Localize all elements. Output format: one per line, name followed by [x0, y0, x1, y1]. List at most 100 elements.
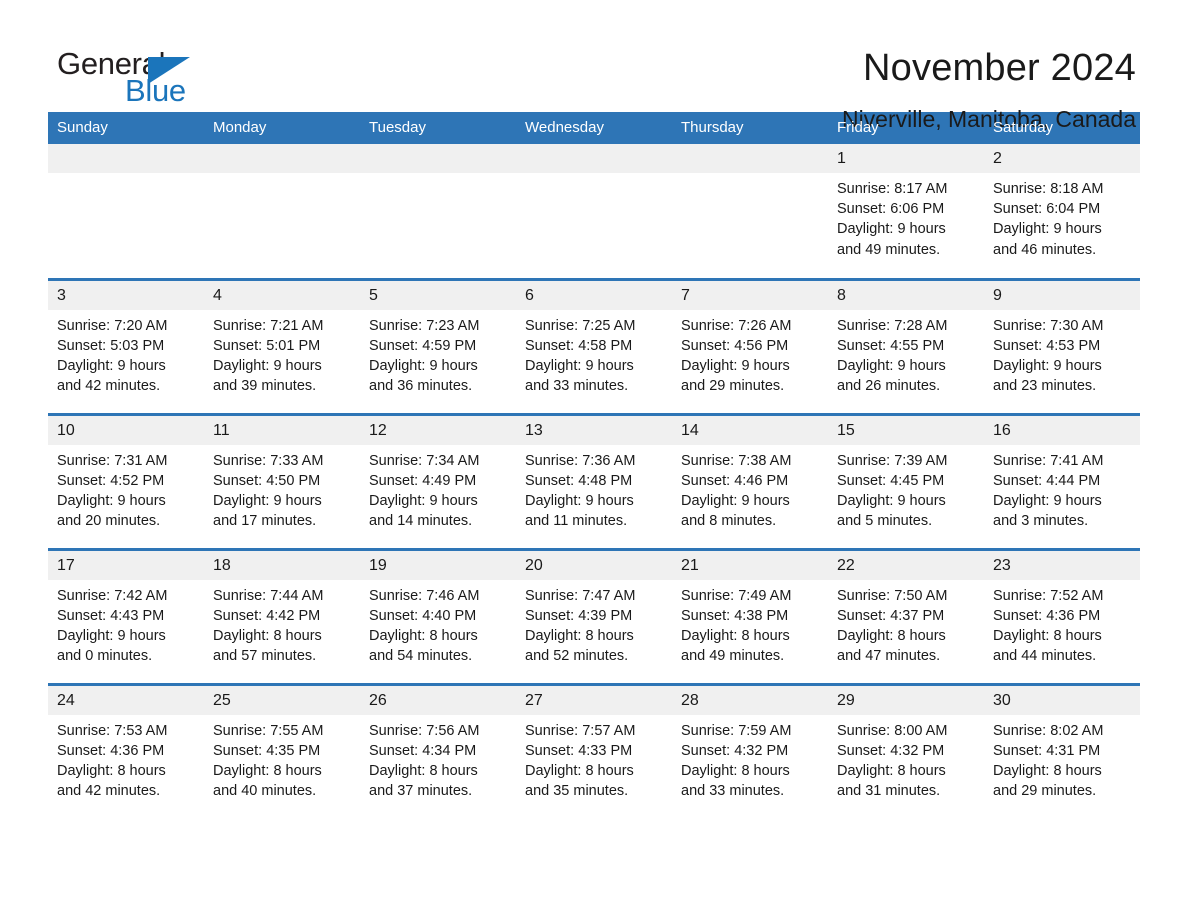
calendar-day-cell[interactable]: 27 Sunrise: 7:57 AM Sunset: 4:33 PM Dayligh… — [516, 682, 672, 819]
calendar-day-cell[interactable]: 10 Sunrise: 7:31 AM Sunset: 4:52 PM Dayligh… — [48, 412, 204, 549]
sunset-text: Sunset: 4:35 PM — [213, 742, 321, 759]
calendar-day-cell[interactable]: 6 Sunrise: 7:25 AM Sunset: 4:58 PM Daylight… — [516, 277, 672, 414]
day-number: 10 — [48, 415, 204, 445]
day-details: Sunrise: 7:46 AM Sunset: 4:40 PM Daylight:… — [360, 580, 516, 667]
weekday-header-tuesday: Tuesday — [360, 112, 516, 144]
day-number: 16 — [984, 415, 1140, 445]
calendar-day-cell[interactable]: 1 Sunrise: 8:17 AM Sunset: 6:06 PM Daylight… — [828, 144, 984, 279]
sunrise-text: Sunrise: 7:36 AM — [525, 452, 636, 469]
sunrise-text: Sunrise: 7:42 AM — [57, 587, 168, 604]
calendar-day-cell[interactable]: 9 Sunrise: 7:30 AM Sunset: 4:53 PM Daylight… — [984, 277, 1140, 414]
calendar-week-row: 1 Sunrise: 8:17 AM Sunset: 6:06 PM Daylight… — [48, 144, 1140, 279]
calendar-day-cell[interactable]: 11 Sunrise: 7:33 AM Sunset: 4:50 PM Dayligh… — [204, 412, 360, 549]
sunset-text: Sunset: 6:06 PM — [837, 201, 945, 218]
day-details: Sunrise: 7:39 AM Sunset: 4:45 PM Daylight:… — [828, 445, 984, 532]
calendar-day-cell[interactable]: 15 Sunrise: 7:39 AM Sunset: 4:45 PM Dayligh… — [828, 412, 984, 549]
day-details: Sunrise: 7:31 AM Sunset: 4:52 PM Daylight:… — [48, 445, 204, 532]
sunrise-text: Sunrise: 7:53 AM — [57, 722, 168, 739]
sunset-text: Sunset: 4:42 PM — [213, 607, 321, 624]
sunset-text: Sunset: 4:37 PM — [837, 607, 945, 624]
daylight-text-line2: and 44 minutes. — [993, 648, 1097, 665]
calendar-day-cell[interactable]: 12 Sunrise: 7:34 AM Sunset: 4:49 PM Dayligh… — [360, 412, 516, 549]
sunset-text: Sunset: 4:32 PM — [837, 742, 945, 759]
sunrise-text: Sunrise: 8:02 AM — [993, 722, 1104, 739]
calendar-day-cell[interactable]: 29 Sunrise: 8:00 AM Sunset: 4:32 PM Dayligh… — [828, 682, 984, 819]
daylight-text-line2: and 17 minutes. — [213, 513, 317, 530]
calendar-day-cell[interactable]: 3 Sunrise: 7:20 AM Sunset: 5:03 PM Daylight… — [48, 277, 204, 414]
sunrise-text: Sunrise: 7:30 AM — [993, 317, 1104, 334]
sunset-text: Sunset: 4:50 PM — [213, 472, 321, 489]
day-number: 11 — [204, 415, 360, 445]
day-details: Sunrise: 7:53 AM Sunset: 4:36 PM Daylight:… — [48, 715, 204, 802]
daylight-text-line1: Daylight: 8 hours — [837, 762, 946, 779]
day-number: 26 — [360, 685, 516, 715]
logo-text-blue: Blue — [125, 73, 186, 108]
day-details: Sunrise: 7:59 AM Sunset: 4:32 PM Daylight:… — [672, 715, 828, 802]
header-titles: November 2024 Niverville, Manitoba, Cana… — [842, 46, 1140, 134]
day-details — [48, 173, 204, 179]
sunrise-text: Sunrise: 7:38 AM — [681, 452, 792, 469]
daylight-text-line2: and 39 minutes. — [213, 378, 317, 395]
sunrise-text: Sunrise: 7:46 AM — [369, 587, 480, 604]
daylight-text-line2: and 42 minutes. — [57, 783, 161, 800]
sunrise-text: Sunrise: 7:55 AM — [213, 722, 324, 739]
daylight-text-line2: and 35 minutes. — [525, 783, 629, 800]
sunset-text: Sunset: 4:39 PM — [525, 607, 633, 624]
calendar-day-cell[interactable]: 28 Sunrise: 7:59 AM Sunset: 4:32 PM Dayligh… — [672, 682, 828, 819]
day-number — [516, 144, 672, 173]
calendar-day-cell[interactable]: 26 Sunrise: 7:56 AM Sunset: 4:34 PM Dayligh… — [360, 682, 516, 819]
daylight-text-line2: and 42 minutes. — [57, 378, 161, 395]
daylight-text-line2: and 31 minutes. — [837, 783, 941, 800]
calendar-day-cell[interactable]: 8 Sunrise: 7:28 AM Sunset: 4:55 PM Daylight… — [828, 277, 984, 414]
calendar-day-cell[interactable]: 18 Sunrise: 7:44 AM Sunset: 4:42 PM Dayligh… — [204, 547, 360, 684]
day-number — [48, 144, 204, 173]
calendar-day-cell[interactable]: 7 Sunrise: 7:26 AM Sunset: 4:56 PM Daylight… — [672, 277, 828, 414]
day-details: Sunrise: 7:47 AM Sunset: 4:39 PM Daylight:… — [516, 580, 672, 667]
calendar-table: Sunday Monday Tuesday Wednesday Thursday… — [48, 112, 1140, 819]
day-details: Sunrise: 7:36 AM Sunset: 4:48 PM Daylight:… — [516, 445, 672, 532]
day-number — [360, 144, 516, 173]
day-number: 21 — [672, 550, 828, 580]
calendar-day-cell[interactable]: 13 Sunrise: 7:36 AM Sunset: 4:48 PM Dayligh… — [516, 412, 672, 549]
calendar-day-cell[interactable]: 14 Sunrise: 7:38 AM Sunset: 4:46 PM Dayligh… — [672, 412, 828, 549]
calendar-day-cell[interactable]: 23 Sunrise: 7:52 AM Sunset: 4:36 PM Dayligh… — [984, 547, 1140, 684]
sunset-text: Sunset: 4:33 PM — [525, 742, 633, 759]
daylight-text-line1: Daylight: 9 hours — [993, 357, 1102, 374]
calendar-day-cell[interactable]: 22 Sunrise: 7:50 AM Sunset: 4:37 PM Dayligh… — [828, 547, 984, 684]
day-details: Sunrise: 7:38 AM Sunset: 4:46 PM Daylight:… — [672, 445, 828, 532]
daylight-text-line2: and 5 minutes. — [837, 513, 933, 530]
calendar-day-cell[interactable]: 4 Sunrise: 7:21 AM Sunset: 5:01 PM Daylight… — [204, 277, 360, 414]
daylight-text-line1: Daylight: 8 hours — [525, 627, 634, 644]
calendar-day-cell[interactable]: 24 Sunrise: 7:53 AM Sunset: 4:36 PM Dayligh… — [48, 682, 204, 819]
sunrise-text: Sunrise: 7:39 AM — [837, 452, 948, 469]
day-number: 6 — [516, 280, 672, 310]
calendar-day-cell[interactable]: 30 Sunrise: 8:02 AM Sunset: 4:31 PM Dayligh… — [984, 682, 1140, 819]
day-details: Sunrise: 7:33 AM Sunset: 4:50 PM Daylight:… — [204, 445, 360, 532]
calendar-day-cell[interactable]: 21 Sunrise: 7:49 AM Sunset: 4:38 PM Dayligh… — [672, 547, 828, 684]
daylight-text-line2: and 40 minutes. — [213, 783, 317, 800]
calendar-day-cell[interactable]: 2 Sunrise: 8:18 AM Sunset: 6:04 PM Daylight… — [984, 144, 1140, 279]
sunset-text: Sunset: 4:36 PM — [993, 607, 1101, 624]
daylight-text-line2: and 33 minutes. — [525, 378, 629, 395]
day-details — [360, 173, 516, 179]
day-number: 2 — [984, 144, 1140, 173]
calendar-day-cell-empty — [204, 144, 360, 279]
daylight-text-line1: Daylight: 8 hours — [993, 627, 1102, 644]
daylight-text-line2: and 20 minutes. — [57, 513, 161, 530]
page-header: General Blue November 2024 Niverville, M… — [48, 0, 1140, 132]
calendar-day-cell[interactable]: 19 Sunrise: 7:46 AM Sunset: 4:40 PM Dayligh… — [360, 547, 516, 684]
day-details: Sunrise: 8:17 AM Sunset: 6:06 PM Daylight:… — [828, 173, 984, 260]
daylight-text-line2: and 49 minutes. — [681, 648, 785, 665]
daylight-text-line1: Daylight: 9 hours — [57, 492, 166, 509]
calendar-day-cell[interactable]: 5 Sunrise: 7:23 AM Sunset: 4:59 PM Daylight… — [360, 277, 516, 414]
calendar-day-cell[interactable]: 25 Sunrise: 7:55 AM Sunset: 4:35 PM Dayligh… — [204, 682, 360, 819]
calendar-day-cell-empty — [360, 144, 516, 279]
calendar-day-cell[interactable]: 20 Sunrise: 7:47 AM Sunset: 4:39 PM Dayligh… — [516, 547, 672, 684]
daylight-text-line2: and 52 minutes. — [525, 648, 629, 665]
daylight-text-line2: and 54 minutes. — [369, 648, 473, 665]
calendar-day-cell[interactable]: 16 Sunrise: 7:41 AM Sunset: 4:44 PM Dayligh… — [984, 412, 1140, 549]
calendar-day-cell[interactable]: 17 Sunrise: 7:42 AM Sunset: 4:43 PM Dayligh… — [48, 547, 204, 684]
day-details: Sunrise: 7:28 AM Sunset: 4:55 PM Daylight:… — [828, 310, 984, 397]
day-details: Sunrise: 7:34 AM Sunset: 4:49 PM Daylight:… — [360, 445, 516, 532]
daylight-text-line1: Daylight: 9 hours — [369, 492, 478, 509]
